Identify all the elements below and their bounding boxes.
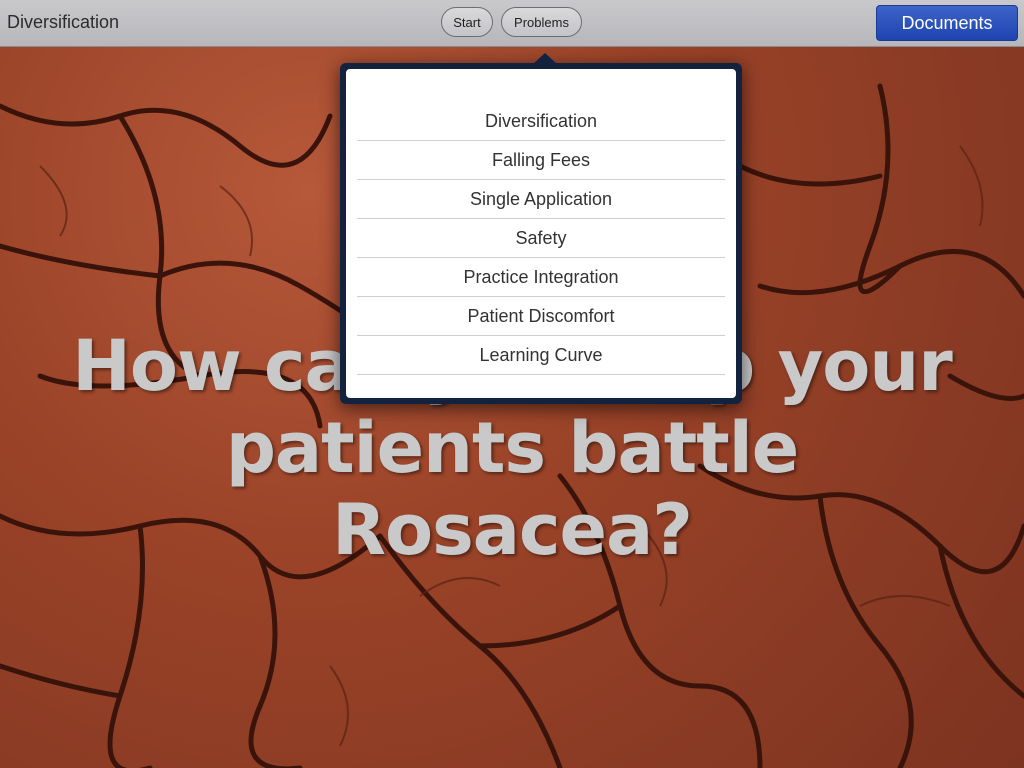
start-button[interactable]: Start xyxy=(441,7,493,37)
page-title: Diversification xyxy=(7,12,120,32)
problems-popover: Diversification Falling Fees Single Appl… xyxy=(340,53,742,404)
headline-line-2: patients battle Rosacea? xyxy=(225,407,799,571)
menu-item-practice-integration[interactable]: Practice Integration xyxy=(357,258,725,297)
top-bar: Diversification Start Problems Documents xyxy=(0,0,1024,47)
menu-item-learning-curve[interactable]: Learning Curve xyxy=(357,336,725,375)
menu-item-safety[interactable]: Safety xyxy=(357,219,725,258)
popover-arrow xyxy=(533,53,557,64)
menu-item-patient-discomfort[interactable]: Patient Discomfort xyxy=(357,297,725,336)
menu-item-falling-fees[interactable]: Falling Fees xyxy=(357,141,725,180)
menu-item-single-application[interactable]: Single Application xyxy=(357,180,725,219)
popover-content: Diversification Falling Fees Single Appl… xyxy=(346,69,736,398)
menu-item-diversification[interactable]: Diversification xyxy=(357,102,725,141)
problems-menu: Diversification Falling Fees Single Appl… xyxy=(357,102,725,375)
problems-button[interactable]: Problems xyxy=(501,7,582,37)
documents-button[interactable]: Documents xyxy=(876,5,1018,41)
